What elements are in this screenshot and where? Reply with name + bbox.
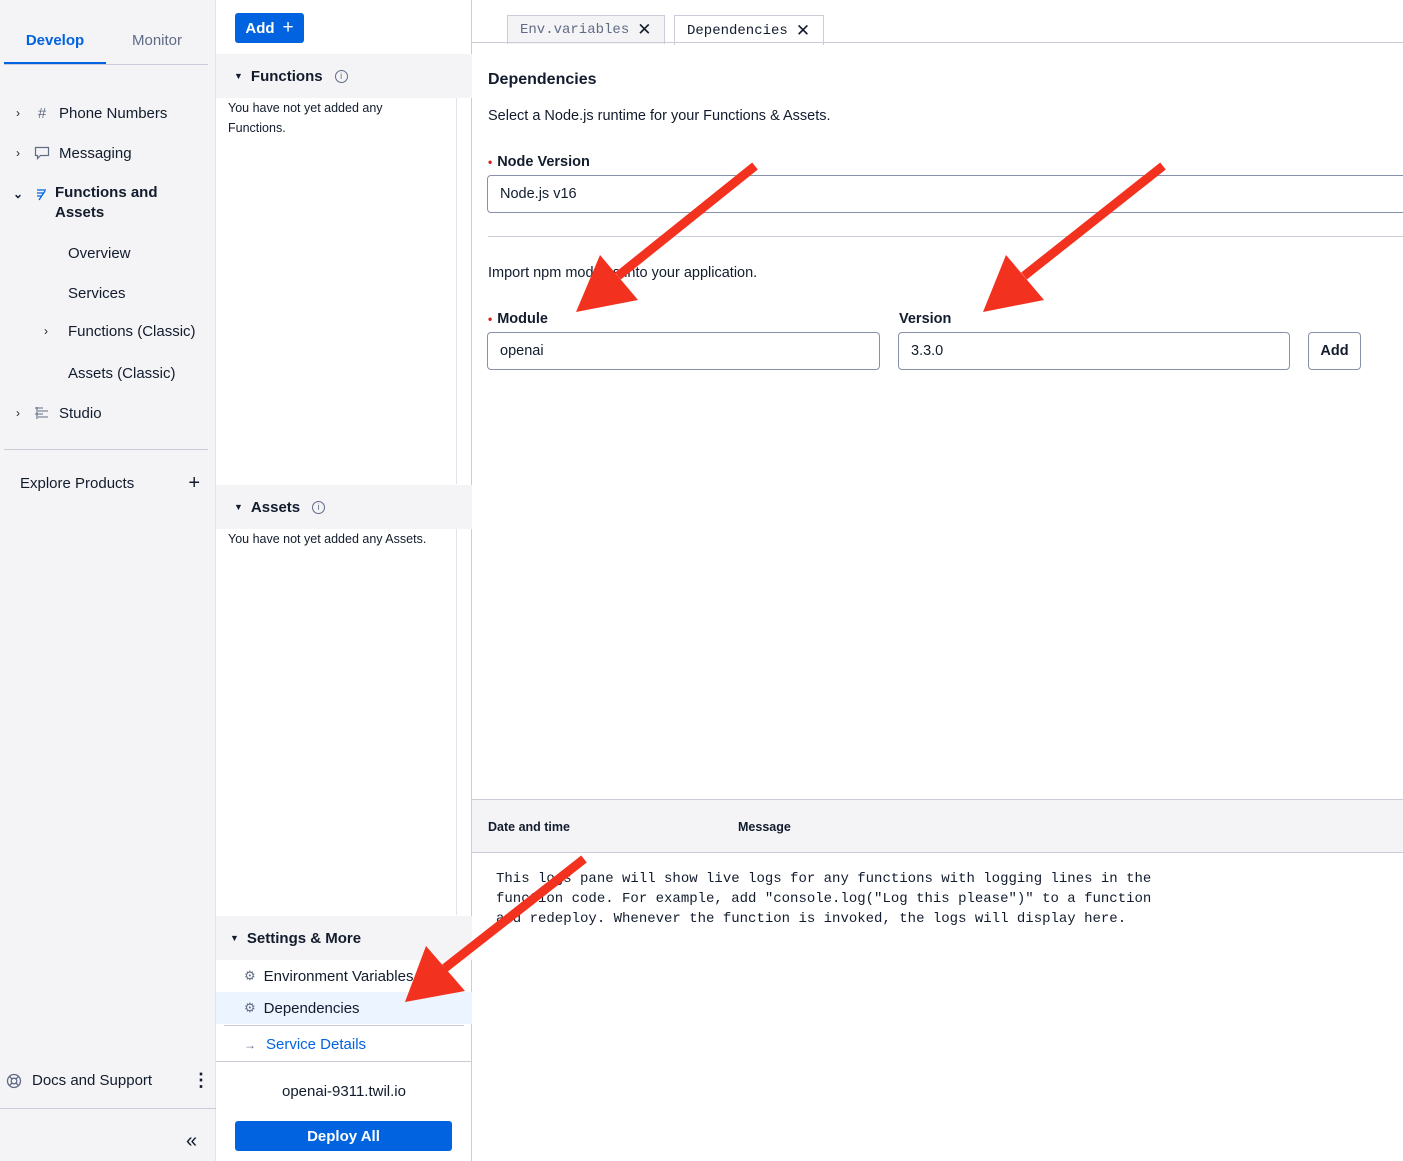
nav-item-messaging[interactable]: › Messaging — [0, 143, 216, 163]
required-dot-icon: • — [488, 312, 493, 326]
add-button-label: Add — [245, 19, 275, 37]
module-label: • Module — [488, 311, 548, 327]
nav-divider — [4, 449, 208, 450]
collapse-sidebar-icon[interactable]: « — [186, 1130, 197, 1153]
docs-support-label: Docs and Support — [32, 1072, 153, 1089]
nav-sub-overview[interactable]: Overview — [68, 245, 131, 262]
logs-col-date: Date and time — [488, 820, 570, 834]
divider — [224, 1025, 464, 1026]
tab-dependencies[interactable]: Dependencies ✕ — [674, 15, 824, 45]
functions-section-header[interactable]: ▼ Functions i — [216, 54, 472, 98]
nav-sub-assets-classic[interactable]: Assets (Classic) — [68, 365, 176, 382]
chevron-right-icon: › — [16, 146, 20, 160]
nav-item-label: Messaging — [59, 144, 132, 162]
node-version-label-text: Node Version — [497, 154, 590, 170]
import-help-text: Import npm modules into your application… — [488, 265, 758, 281]
info-icon[interactable]: i — [312, 500, 326, 514]
nav-tabs: Develop Monitor — [4, 14, 208, 65]
service-domain: openai-9311.twil.io — [282, 1083, 406, 1100]
page-title: Dependencies — [488, 71, 597, 88]
tab-env-variables[interactable]: Env.variables ✕ — [507, 15, 665, 44]
add-button[interactable]: Add + — [235, 13, 304, 43]
page-subtitle: Select a Node.js runtime for your Functi… — [488, 108, 831, 124]
tab-monitor[interactable]: Monitor — [106, 14, 208, 64]
module-input[interactable]: openai — [487, 332, 880, 370]
node-version-value: Node.js v16 — [500, 186, 577, 202]
close-icon[interactable]: ✕ — [796, 21, 810, 41]
kebab-menu-icon[interactable]: ⋮ — [192, 1070, 210, 1091]
caret-down-icon: ▼ — [234, 71, 243, 81]
tab-develop[interactable]: Develop — [4, 14, 106, 64]
logs-body: This logs pane will show live logs for a… — [496, 871, 1152, 927]
nav-item-label: Studio — [59, 404, 102, 422]
assets-empty-note: You have not yet added any Assets. — [228, 532, 427, 546]
chat-icon — [31, 146, 53, 160]
explore-products[interactable]: Explore Products + — [20, 473, 200, 493]
settings-item-env-vars[interactable]: ⚙ Environment Variables — [216, 960, 472, 992]
gear-icon: ⚙ — [244, 1000, 256, 1015]
settings-item-label: Dependencies — [263, 999, 360, 1017]
service-details-link[interactable]: → Service Details — [244, 1036, 366, 1053]
settings-section-header[interactable]: ▼ Settings & More — [216, 916, 472, 960]
chevron-down-icon: ⌄ — [13, 187, 24, 201]
docs-support[interactable]: Docs and Support ⋮ — [6, 1070, 210, 1091]
arrow-right-icon: → — [244, 1037, 256, 1052]
left-nav: Develop Monitor › # Phone Numbers › Mess… — [0, 0, 216, 1161]
tab-label: Env.variables — [520, 22, 630, 38]
version-value: 3.3.0 — [911, 343, 944, 359]
tab-label: Dependencies — [687, 22, 788, 39]
chevron-right-icon: › — [16, 106, 20, 120]
node-version-label: • Node Version — [488, 154, 590, 170]
explore-products-label: Explore Products — [20, 475, 135, 492]
deploy-all-button[interactable]: Deploy All — [235, 1121, 452, 1151]
caret-down-icon: ▼ — [230, 933, 239, 943]
version-input[interactable]: 3.3.0 — [898, 332, 1290, 370]
logs-header: Date and time Message — [472, 799, 1403, 853]
service-sidebar: Add + ▼ Functions i You have not yet add… — [216, 0, 472, 1161]
plus-icon[interactable]: + — [188, 473, 200, 493]
settings-title: Settings & More — [246, 929, 362, 947]
divider — [216, 1061, 472, 1062]
assets-title: Assets — [250, 498, 301, 516]
nav-divider — [0, 1108, 216, 1109]
info-icon[interactable]: i — [334, 69, 348, 83]
service-details-label: Service Details — [266, 1036, 367, 1053]
chevron-right-icon[interactable]: › — [44, 324, 48, 338]
nav-sub-functions-classic[interactable]: Functions (Classic) — [68, 323, 196, 340]
nav-sub-services[interactable]: Services — [68, 285, 126, 302]
version-label: Version — [899, 311, 952, 327]
nav-item-label: Phone Numbers — [59, 104, 168, 122]
studio-icon — [31, 406, 53, 420]
lifebuoy-icon — [6, 1073, 22, 1089]
chevron-right-icon: › — [16, 406, 20, 420]
close-icon[interactable]: ✕ — [637, 20, 651, 40]
module-value: openai — [500, 343, 544, 359]
nav-item-label: Functions and Assets — [55, 184, 158, 221]
caret-down-icon: ▼ — [234, 502, 243, 512]
logs-col-message: Message — [738, 820, 791, 834]
nav-item-phone-numbers[interactable]: › # Phone Numbers — [0, 103, 216, 123]
settings-item-label: Environment Variables — [263, 967, 414, 985]
assets-section-header[interactable]: ▼ Assets i — [216, 485, 472, 529]
hash-icon: # — [37, 104, 47, 122]
nav-item-studio[interactable]: › Studio — [0, 403, 216, 423]
functions-empty-note: You have not yet added any Functions. — [228, 101, 383, 135]
module-label-text: Module — [497, 311, 548, 327]
settings-item-dependencies[interactable]: ⚙ Dependencies — [216, 992, 472, 1024]
node-version-select[interactable]: Node.js v16 — [487, 175, 1403, 213]
add-module-button[interactable]: Add — [1308, 332, 1361, 370]
gear-icon: ⚙ — [244, 968, 256, 983]
nav-item-functions-assets[interactable]: ⌄ Functions and Assets — [0, 183, 216, 223]
scrollbar[interactable] — [456, 529, 457, 915]
plus-icon: + — [282, 17, 294, 38]
required-dot-icon: • — [488, 155, 493, 169]
scrollbar[interactable] — [456, 98, 457, 484]
functions-title: Functions — [250, 67, 323, 85]
tab-bar-border — [472, 42, 1403, 43]
divider — [488, 236, 1403, 237]
functions-icon — [31, 187, 53, 201]
